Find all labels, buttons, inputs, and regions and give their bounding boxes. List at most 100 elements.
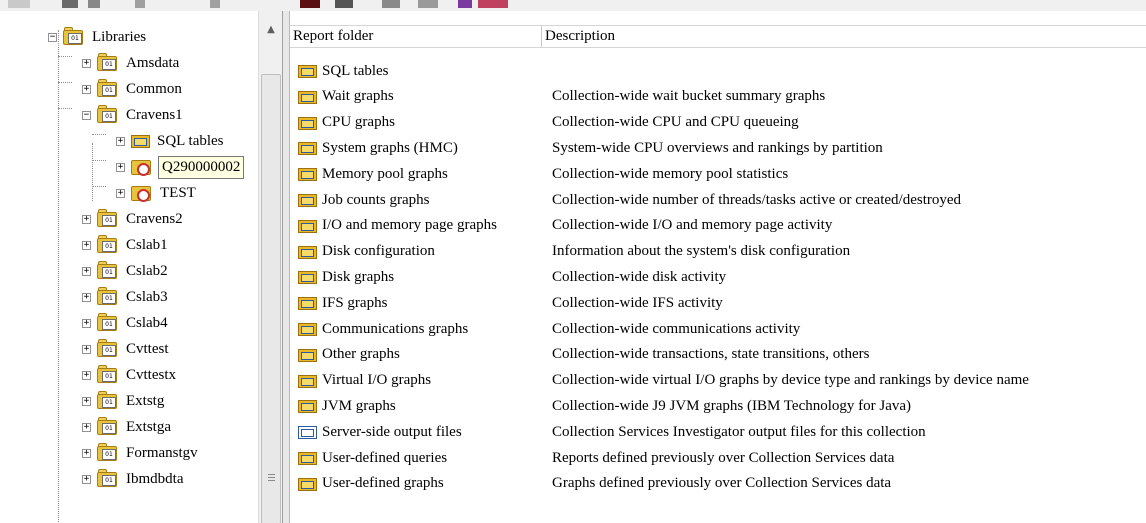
tree-node-common[interactable]: +01 Common [82,76,184,102]
expand-icon[interactable]: + [82,292,91,302]
scroll-thumb[interactable] [261,74,281,523]
report-row-ifs-graphs[interactable]: IFS graphs Collection-wide IFS activity [290,291,1146,315]
report-description: Collection-wide IFS activity [552,294,723,311]
toolbar-button-6-icon[interactable] [300,0,320,8]
tree-node-label: Ibmdbdta [126,470,184,487]
library-icon: 01 [97,469,119,489]
tree-node-extstg[interactable]: +01 Extstg [82,388,166,414]
report-description: Collection-wide J9 JVM graphs (IBM Techn… [552,397,912,414]
report-row-other-graphs[interactable]: Other graphs Collection-wide transactions… [290,343,1146,367]
report-description: Collection-wide transactions, state tran… [552,346,870,363]
toolbar-button-3-icon[interactable] [88,0,100,8]
scroll-up-arrow-icon[interactable]: ▲ [259,24,283,44]
report-folder-icon [298,373,318,389]
report-row-sql-tables[interactable]: SQL tables [290,59,1146,83]
expand-icon[interactable]: + [116,188,125,198]
report-folder-cell: I/O and memory page graphs [298,217,497,234]
toolbar-button-7-icon[interactable] [335,0,353,8]
toolbar-button-5-icon[interactable] [210,0,220,8]
report-row-user-defined-queries[interactable]: User-defined queries Reports defined prev… [290,446,1146,470]
expand-icon[interactable]: + [82,396,91,406]
tree-node-amsdata[interactable]: +01 Amsdata [82,50,181,76]
tree-node-cslab2[interactable]: +01 Cslab2 [82,258,170,284]
tree-scrollbar[interactable]: ▲ [258,11,282,523]
tree-node-cravens2[interactable]: +01 Cravens2 [82,206,185,232]
library-icon: 01 [97,53,119,73]
tree-node-libraries[interactable]: −01 Libraries [48,24,148,50]
report-folder-name: Other graphs [322,346,400,363]
report-row-jvm-graphs[interactable]: JVM graphs Collection-wide J9 JVM graphs … [290,394,1146,418]
report-folder-cell: SQL tables [298,63,389,80]
expand-icon[interactable]: + [82,448,91,458]
column-header-report-folder[interactable]: Report folder [290,26,542,47]
report-row-communications-graphs[interactable]: Communications graphs Collection-wide com… [290,317,1146,341]
library-icon: 01 [97,339,119,359]
tree-node-ibmdbdta[interactable]: +01 Ibmdbdta [82,466,186,492]
expand-icon[interactable]: + [82,474,91,484]
tree-node-extstga[interactable]: +01 Extstga [82,414,173,440]
tree-node-q290000002[interactable]: + Q290000002 [116,154,245,180]
report-folder-name: Virtual I/O graphs [322,372,432,389]
report-folder-cell: CPU graphs [298,114,395,131]
report-description: Collection-wide communications activity [552,320,801,337]
report-folder-icon [298,321,318,337]
expand-icon[interactable]: + [82,58,91,68]
report-row-memory-pool-graphs[interactable]: Memory pool graphs Collection-wide memory… [290,162,1146,186]
toolbar-button-8-icon[interactable] [382,0,400,8]
expand-icon[interactable]: + [82,84,91,94]
tree-node-test[interactable]: + TEST [116,180,198,206]
tree-node-label: Formanstgv [126,444,198,461]
report-folder-icon [298,424,318,440]
tree-node-cslab3[interactable]: +01 Cslab3 [82,284,170,310]
toolbar-button-10-icon[interactable] [458,0,472,8]
column-header-description[interactable]: Description [542,26,1146,47]
report-row-wait-graphs[interactable]: Wait graphs Collection-wide wait bucket s… [290,85,1146,109]
report-folder-icon [298,166,318,182]
list-header: Report folder Description [290,25,1146,48]
collection-clock-icon [131,157,153,177]
report-folder-name: Wait graphs [322,88,394,105]
report-folder-cell: Disk graphs [298,269,394,286]
expand-icon[interactable]: + [82,214,91,224]
tree-node-cslab1[interactable]: +01 Cslab1 [82,232,170,258]
report-row-server-side-output-files[interactable]: Server-side output files Collection Servi… [290,420,1146,444]
toolbar-button-2-icon[interactable] [62,0,78,8]
toolbar-button-1-icon[interactable] [8,0,30,8]
report-folder-icon [298,244,318,260]
collapse-icon[interactable]: − [82,110,91,120]
report-row-cpu-graphs[interactable]: CPU graphs Collection-wide CPU and CPU qu… [290,111,1146,135]
report-row-disk-graphs[interactable]: Disk graphs Collection-wide disk activity [290,265,1146,289]
tree-node-cvttestx[interactable]: +01 Cvttestx [82,362,178,388]
toolbar-button-9-icon[interactable] [418,0,438,8]
report-row-job-counts-graphs[interactable]: Job counts graphs Collection-wide number … [290,188,1146,212]
report-folder-name: User-defined graphs [322,475,444,492]
tree-node-cslab4[interactable]: +01 Cslab4 [82,310,170,336]
expand-icon[interactable]: + [82,318,91,328]
report-description: Collection-wide wait bucket summary grap… [552,88,826,105]
report-row-disk-configuration[interactable]: Disk configuration Information about the … [290,240,1146,264]
pane-splitter[interactable] [283,11,290,523]
report-folder-icon [298,476,318,492]
report-row-system-graphs-hmc[interactable]: System graphs (HMC) System-wide CPU overv… [290,136,1146,160]
expand-icon[interactable]: + [116,136,125,146]
report-row-virtual-i-o-graphs[interactable]: Virtual I/O graphs Collection-wide virtua… [290,369,1146,393]
expand-icon[interactable]: + [82,266,91,276]
report-folder-name: I/O and memory page graphs [322,217,497,234]
tree-node-cravens1[interactable]: −01 Cravens1 [82,102,185,128]
report-folder-cell: Server-side output files [298,424,462,441]
expand-icon[interactable]: + [116,162,125,172]
report-row-user-defined-graphs[interactable]: User-defined graphs Graphs defined previo… [290,472,1146,496]
tree-node-formanstgv[interactable]: +01 Formanstgv [82,440,200,466]
toolbar-button-11-icon[interactable] [478,0,508,8]
tree-node-label: Amsdata [126,54,180,71]
expand-icon[interactable]: + [82,422,91,432]
tree-node-sql-tables[interactable]: + SQL tables [116,128,226,154]
collapse-icon[interactable]: − [48,32,57,42]
report-folder-cell: Communications graphs [298,321,468,338]
tree-node-cvttest[interactable]: +01 Cvttest [82,336,171,362]
toolbar-button-4-icon[interactable] [135,0,145,8]
report-row-i-o-and-memory-page-graphs[interactable]: I/O and memory page graphs Collection-wid… [290,214,1146,238]
expand-icon[interactable]: + [82,370,91,380]
expand-icon[interactable]: + [82,344,91,354]
expand-icon[interactable]: + [82,240,91,250]
